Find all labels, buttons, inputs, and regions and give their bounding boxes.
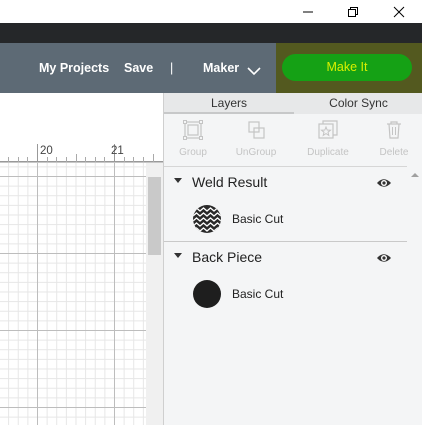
tab-layers[interactable]: Layers — [164, 93, 294, 114]
restore-icon[interactable] — [330, 0, 375, 23]
horizontal-ruler: 20 21 — [0, 142, 163, 163]
group-label: Group — [179, 147, 207, 158]
my-projects-link[interactable]: My Projects — [39, 43, 109, 93]
layer-row[interactable]: Basic Cut — [164, 271, 407, 317]
caret-down-icon[interactable] — [174, 178, 182, 183]
machine-select-label[interactable]: Maker — [203, 43, 239, 93]
minimize-icon[interactable] — [285, 0, 330, 23]
layer-operation-label: Basic Cut — [232, 287, 284, 301]
panel-scrollbar[interactable] — [407, 166, 422, 425]
header-toolbar: My Projects Save | Maker Make It — [0, 43, 422, 93]
caret-down-icon[interactable] — [174, 253, 182, 258]
ungroup-button[interactable]: UnGroup — [224, 114, 288, 166]
layer-group-header[interactable]: Weld Result — [164, 168, 407, 196]
duplicate-icon — [318, 120, 338, 139]
delete-label: Delete — [379, 147, 409, 158]
chevron-down-icon[interactable] — [247, 63, 261, 81]
group-divider — [164, 241, 407, 242]
trash-icon — [387, 121, 401, 139]
scroll-up-arrow-icon[interactable] — [407, 170, 422, 180]
layer-actions-toolbar: Group UnGroup Duplicate Delete — [164, 114, 422, 167]
layer-group-header[interactable]: Back Piece — [164, 243, 407, 271]
ruler-label-21: 21 — [111, 145, 124, 157]
layer-operation-label: Basic Cut — [232, 212, 284, 226]
ruler-label-20: 20 — [40, 145, 53, 157]
canvas-scrollbar[interactable] — [146, 163, 163, 425]
solid-black-swatch — [193, 280, 221, 308]
save-button[interactable]: Save — [124, 43, 153, 93]
layers-panel: Layers Color Sync Group UnGroup Duplicat… — [163, 93, 422, 425]
duplicate-label: Duplicate — [307, 147, 349, 158]
group-icon — [183, 120, 203, 140]
group-name: Back Piece — [192, 249, 263, 265]
eye-icon[interactable] — [376, 251, 392, 269]
ruler-ticks — [0, 144, 163, 162]
make-it-button[interactable]: Make It — [282, 54, 412, 81]
panel-tabs: Layers Color Sync — [164, 93, 422, 114]
group-button[interactable]: Group — [161, 114, 225, 166]
group-name: Weld Result — [192, 174, 268, 190]
ungroup-label: UnGroup — [235, 147, 277, 158]
header-separator: | — [170, 61, 174, 75]
duplicate-button[interactable]: Duplicate — [296, 114, 360, 166]
tab-color-sync[interactable]: Color Sync — [294, 93, 422, 114]
canvas-grid[interactable] — [0, 163, 163, 425]
layer-row[interactable]: Basic Cut — [164, 196, 407, 242]
title-strip — [0, 23, 422, 43]
canvas-scrollbar-thumb[interactable] — [148, 177, 161, 255]
eye-icon[interactable] — [376, 176, 392, 194]
window-titlebar — [0, 0, 422, 23]
make-it-area: Make It — [276, 43, 422, 93]
delete-button[interactable]: Delete — [362, 114, 422, 166]
zigzag-pattern-swatch — [193, 205, 221, 233]
close-icon[interactable] — [376, 0, 421, 23]
ungroup-icon — [248, 121, 265, 139]
